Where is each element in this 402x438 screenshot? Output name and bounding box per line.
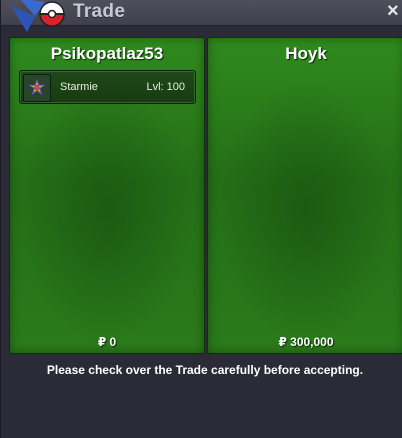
trade-notice: Please check over the Trade carefully be…	[46, 363, 364, 377]
player-name: Psikopatlaz53	[50, 44, 164, 63]
window-title: Trade	[73, 1, 126, 22]
trade-window: Trade × Psikopatlaz53 Starmie Lvl: 100 ₽…	[0, 0, 402, 438]
money-offer: ₽ 300,000	[278, 335, 334, 349]
trade-panel-partner: Hoyk ₽ 300,000	[207, 37, 402, 354]
title-bar[interactable]: Trade ×	[1, 0, 402, 32]
starmie-icon	[26, 76, 48, 97]
pokemon-level: Lvl: 100	[146, 81, 185, 93]
trade-panel-self: Psikopatlaz53 Starmie Lvl: 100 ₽ 0	[9, 37, 205, 354]
pokemon-name: Starmie	[60, 81, 98, 93]
pokemon-icon-frame	[23, 74, 51, 102]
offered-pokemon-row[interactable]: Starmie Lvl: 100	[19, 70, 196, 104]
player-name: Hoyk	[285, 44, 327, 63]
close-icon[interactable]: ×	[387, 0, 402, 22]
pokeball-logo-icon	[11, 0, 65, 32]
money-offer: ₽ 0	[97, 335, 117, 349]
